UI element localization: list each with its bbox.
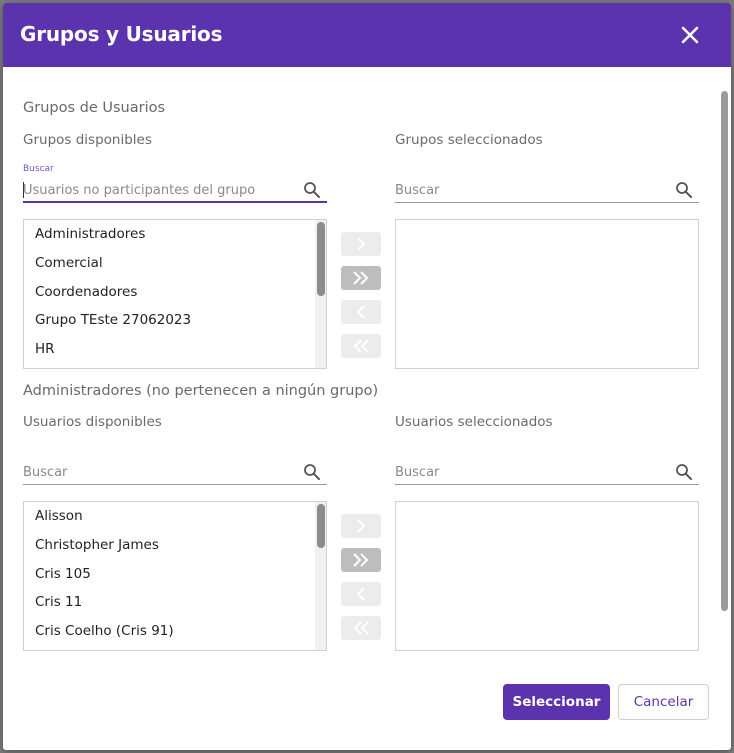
available-users-search-input[interactable] (23, 461, 293, 483)
available-users-label: Usuarios disponibles (23, 414, 162, 430)
selected-groups-label: Grupos seleccionados (395, 132, 543, 148)
available-groups-search-input[interactable] (23, 179, 293, 201)
chevron-left-icon (356, 305, 365, 319)
move-all-users-right-button[interactable] (341, 548, 381, 572)
list-item[interactable]: HR (24, 335, 326, 364)
double-chevron-right-icon (353, 553, 369, 567)
groups-users-dialog: Grupos y Usuarios Grupos de Usuarios Gru… (3, 3, 731, 750)
chevron-right-icon (357, 237, 366, 251)
list-item[interactable]: Grupo TEste 27062023 (24, 306, 326, 335)
list-item[interactable]: Alisson (24, 502, 326, 531)
list-item[interactable]: Cris Coelho (Cris 91) (24, 617, 326, 646)
selected-groups-list[interactable] (395, 219, 699, 369)
selected-users-label: Usuarios seleccionados (395, 414, 553, 430)
list-item[interactable]: Coordenadores (24, 278, 326, 307)
search-icon[interactable] (675, 181, 693, 199)
available-groups-search (23, 179, 327, 203)
cancel-button[interactable]: Cancelar (618, 684, 709, 720)
search-icon[interactable] (303, 463, 321, 481)
available-users-search (23, 461, 327, 485)
selected-users-search (395, 461, 699, 485)
text-caret (23, 182, 24, 198)
dialog-title: Grupos y Usuarios (20, 22, 223, 46)
list-item[interactable]: Comercial (24, 249, 326, 278)
users-section-title: Administradores (no pertenecen a ningún … (23, 383, 379, 399)
list-item[interactable]: Administradores (24, 220, 326, 249)
double-chevron-left-icon (353, 339, 369, 353)
available-groups-list[interactable]: Administradores Comercial Coordenadores … (23, 219, 327, 369)
available-groups-search-float-label: Buscar (23, 164, 54, 174)
move-all-groups-right-button[interactable] (341, 266, 381, 290)
double-chevron-right-icon (353, 271, 369, 285)
search-icon[interactable] (303, 181, 321, 199)
selected-users-search-input[interactable] (395, 461, 665, 483)
selected-users-list[interactable] (395, 501, 699, 651)
move-all-groups-left-button[interactable] (341, 334, 381, 358)
list-scrollbar[interactable] (315, 220, 326, 368)
chevron-right-icon (357, 519, 366, 533)
list-scrollbar-thumb[interactable] (317, 504, 325, 548)
list-item[interactable]: Christopher James (24, 531, 326, 560)
dialog-header: Grupos y Usuarios (3, 3, 731, 67)
selected-groups-search-input[interactable] (395, 179, 665, 201)
double-chevron-left-icon (353, 621, 369, 635)
chevron-left-icon (356, 587, 365, 601)
groups-section-title: Grupos de Usuarios (23, 100, 166, 116)
list-item[interactable]: Cris 105 (24, 560, 326, 589)
close-button[interactable] (680, 25, 700, 45)
close-icon (681, 26, 699, 44)
available-users-list[interactable]: Alisson Christopher James Cris 105 Cris … (23, 501, 327, 651)
move-selected-users-right-button[interactable] (341, 514, 381, 538)
move-selected-groups-right-button[interactable] (341, 232, 381, 256)
list-scrollbar[interactable] (315, 502, 326, 650)
list-scrollbar-thumb[interactable] (317, 222, 325, 296)
selected-groups-search (395, 179, 699, 203)
list-item[interactable]: Cris 11 (24, 588, 326, 617)
move-selected-users-left-button[interactable] (341, 582, 381, 606)
search-icon[interactable] (675, 463, 693, 481)
move-all-users-left-button[interactable] (341, 616, 381, 640)
move-selected-groups-left-button[interactable] (341, 300, 381, 324)
dialog-scrollbar[interactable] (721, 91, 728, 611)
select-button[interactable]: Seleccionar (503, 684, 610, 720)
available-groups-label: Grupos disponibles (23, 132, 152, 148)
